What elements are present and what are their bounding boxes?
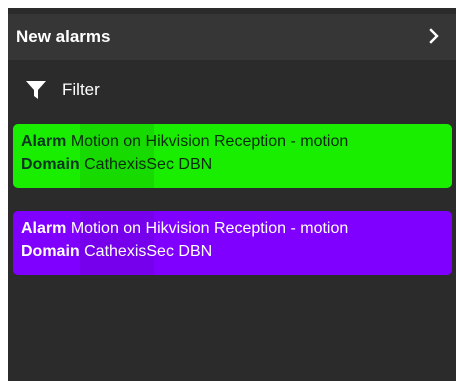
domain-key: Domain	[21, 243, 80, 260]
alarm-text: Motion on Hikvision Reception - motion	[70, 133, 349, 150]
alarm-line: Alarm Motion on Hikvision Reception - mo…	[21, 217, 452, 240]
filter-label: Filter	[62, 80, 100, 99]
new-alarms-panel: New alarms Filter Alarm Motion on Hikvis…	[8, 8, 456, 381]
domain-line: Domain CathexisSec DBN	[21, 240, 452, 263]
alarm-line: Alarm Motion on Hikvision Reception - mo…	[21, 130, 452, 153]
new-alarms-header[interactable]: New alarms	[8, 14, 456, 60]
panel-title: New alarms	[16, 27, 111, 46]
domain-line: Domain CathexisSec DBN	[21, 153, 452, 176]
alarm-key: Alarm	[21, 220, 67, 237]
domain-text: CathexisSec DBN	[84, 156, 213, 173]
chevron-right-icon[interactable]	[426, 27, 442, 45]
alarm-text: Motion on Hikvision Reception - motion	[70, 220, 349, 237]
alarm-card[interactable]: Alarm Motion on Hikvision Reception - mo…	[13, 211, 452, 275]
domain-key: Domain	[21, 156, 80, 173]
alarm-card[interactable]: Alarm Motion on Hikvision Reception - mo…	[13, 124, 452, 188]
domain-text: CathexisSec DBN	[84, 243, 213, 260]
filter-button[interactable]: Filter	[8, 72, 100, 108]
funnel-icon	[26, 81, 46, 99]
alarm-key: Alarm	[21, 133, 67, 150]
